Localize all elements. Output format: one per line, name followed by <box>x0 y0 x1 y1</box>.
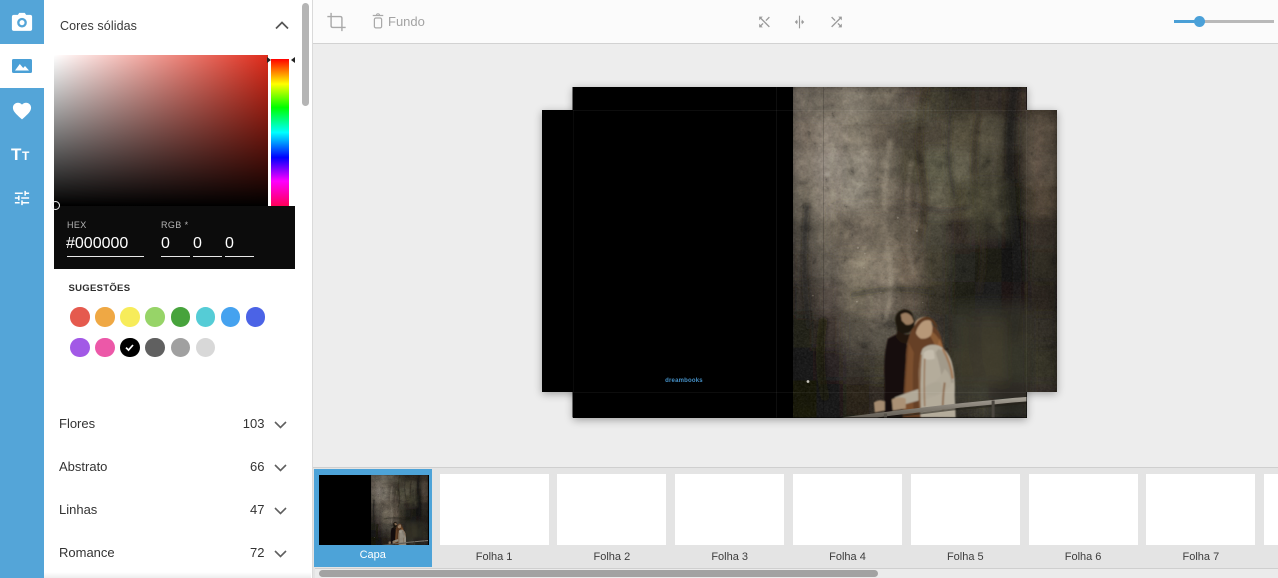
svg-text:T: T <box>22 149 30 163</box>
svg-text:T: T <box>11 145 22 163</box>
